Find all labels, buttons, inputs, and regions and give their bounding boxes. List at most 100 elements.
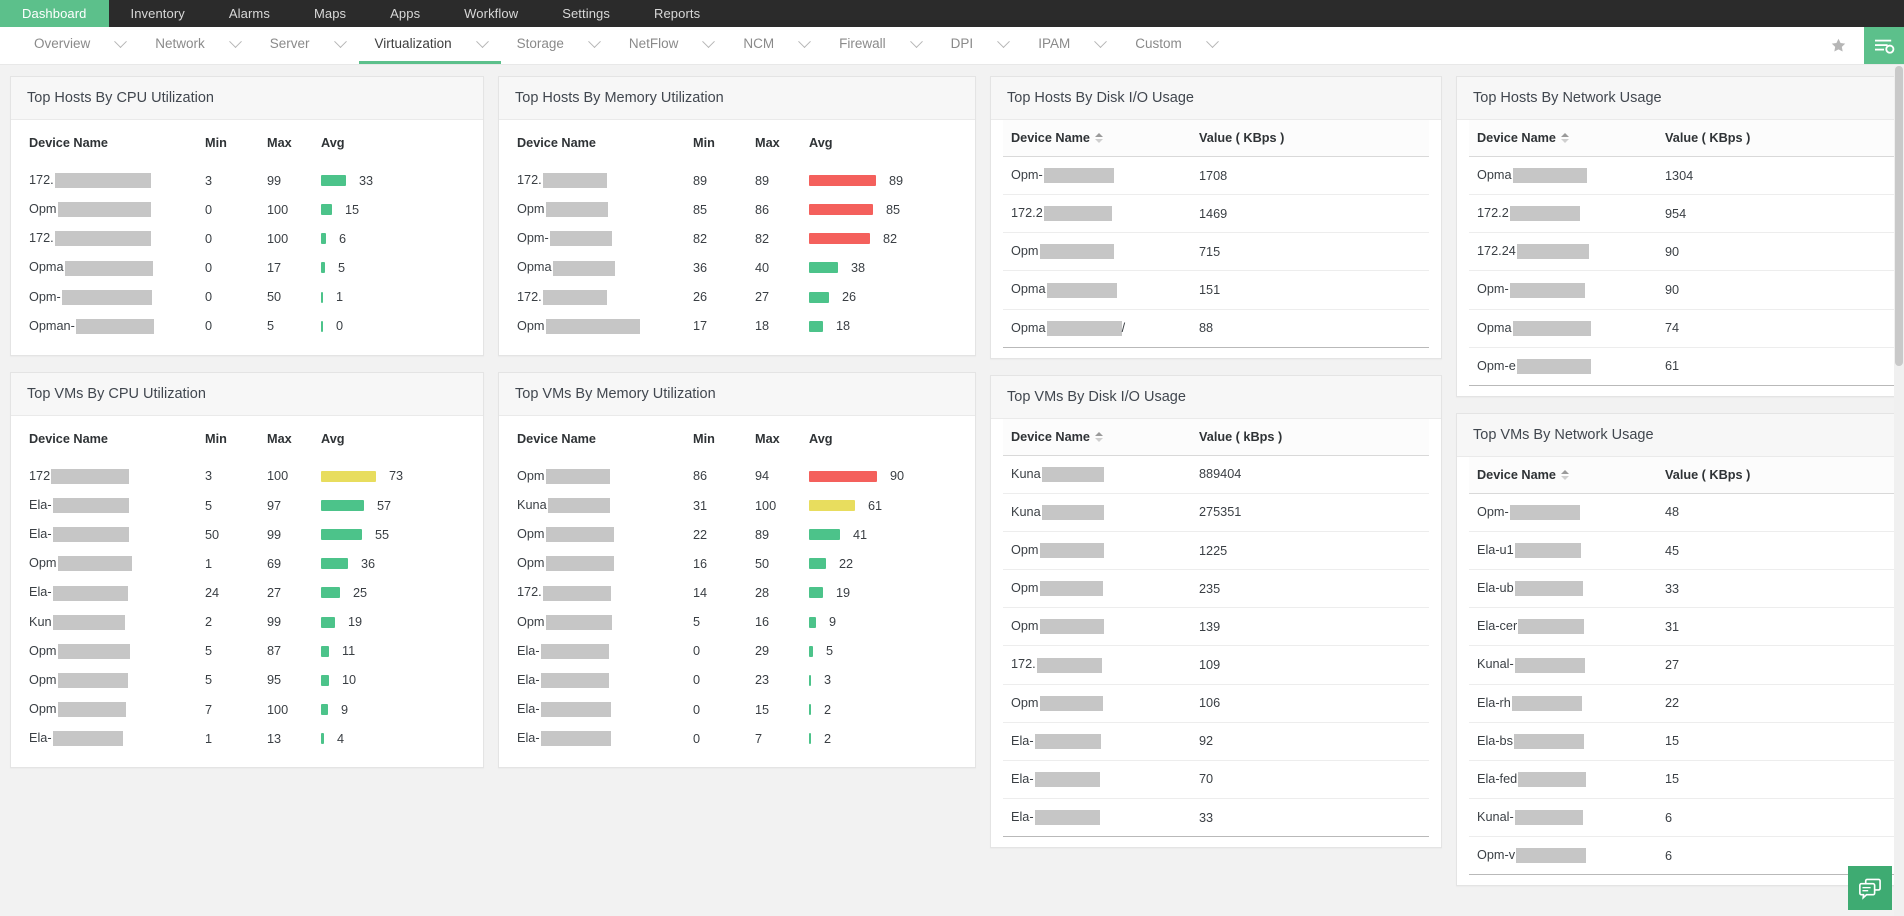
table-row[interactable]: Ela- 92 — [1003, 722, 1429, 761]
scrollbar-thumb[interactable] — [1895, 66, 1903, 366]
table-row[interactable]: Opm- 90 — [1469, 270, 1901, 310]
table-row[interactable]: Ela-u1 45 — [1469, 531, 1901, 571]
table-row[interactable]: Ela-bs 15 — [1469, 722, 1901, 761]
chevron-down-icon[interactable] — [333, 34, 347, 48]
chevron-down-icon[interactable] — [114, 34, 128, 48]
table-row[interactable]: Ela- 5 97 57 — [29, 491, 473, 520]
topnav-item-workflow[interactable]: Workflow — [442, 0, 540, 27]
chevron-down-icon[interactable] — [1205, 34, 1219, 48]
table-row[interactable]: Opm 715 — [1003, 232, 1429, 272]
subnav-item-overview[interactable]: Overview — [18, 27, 139, 64]
table-row[interactable]: Opm 17 18 18 — [517, 312, 965, 341]
table-row[interactable]: Ela-ub 33 — [1469, 569, 1901, 609]
topnav-item-maps[interactable]: Maps — [292, 0, 368, 27]
chevron-down-icon[interactable] — [228, 34, 242, 48]
table-row[interactable]: Opma 0 17 5 — [29, 253, 473, 282]
table-row[interactable]: Kun 2 99 19 — [29, 608, 473, 637]
table-row[interactable]: Opm 1225 — [1003, 531, 1429, 571]
table-row[interactable]: Opm 235 — [1003, 569, 1429, 609]
table-row[interactable]: Ela- 0 7 2 — [517, 724, 965, 753]
topnav-item-settings[interactable]: Settings — [540, 0, 632, 27]
table-row[interactable]: Opm 5 16 9 — [517, 608, 965, 637]
table-row[interactable]: Opm 85 86 85 — [517, 195, 965, 224]
table-row[interactable]: 172. 3 99 33 — [29, 166, 473, 195]
topnav-item-inventory[interactable]: Inventory — [109, 0, 207, 27]
table-row[interactable]: Ela-cer 31 — [1469, 607, 1901, 647]
table-row[interactable]: 172. 0 100 6 — [29, 224, 473, 253]
table-row[interactable]: 172. 109 — [1003, 645, 1429, 685]
subnav-item-ncm[interactable]: NCM — [727, 27, 823, 64]
table-row[interactable]: Kuna 889404 — [1003, 455, 1429, 494]
dashboard-menu-button[interactable] — [1864, 27, 1904, 64]
table-row[interactable]: Ela- 33 — [1003, 798, 1429, 838]
table-row[interactable]: 172. 89 89 89 — [517, 166, 965, 195]
table-row[interactable]: Ela- 1 13 4 — [29, 724, 473, 753]
sort-arrows-icon[interactable] — [1095, 431, 1104, 443]
table-row[interactable]: Kunal- 6 — [1469, 798, 1901, 838]
table-row[interactable]: Kuna 275351 — [1003, 493, 1429, 532]
table-row[interactable]: 172. 14 28 19 — [517, 578, 965, 607]
sort-arrows-icon[interactable] — [1095, 132, 1104, 144]
table-row[interactable]: Opma 74 — [1469, 309, 1901, 348]
topnav-item-apps[interactable]: Apps — [368, 0, 442, 27]
column-header-device-name[interactable]: Device Name — [1469, 120, 1657, 157]
chevron-down-icon[interactable] — [1094, 34, 1108, 48]
table-row[interactable]: Kunal- 27 — [1469, 645, 1901, 685]
subnav-item-virtualization[interactable]: Virtualization — [358, 27, 501, 64]
table-row[interactable]: Kuna 31 100 61 — [517, 491, 965, 520]
table-row[interactable]: Ela-rh 22 — [1469, 684, 1901, 723]
table-row[interactable]: Opman- 0 5 0 — [29, 312, 473, 341]
column-header-device-name[interactable]: Device Name — [1003, 120, 1191, 157]
table-row[interactable]: Opm 16 50 22 — [517, 549, 965, 578]
subnav-item-storage[interactable]: Storage — [501, 27, 613, 64]
favorite-star-button[interactable] — [1812, 27, 1864, 64]
table-row[interactable]: 172 3 100 73 — [29, 462, 473, 491]
table-row[interactable]: Ela- 0 29 5 — [517, 637, 965, 666]
table-row[interactable]: Opm 1 69 36 — [29, 549, 473, 578]
topnav-item-reports[interactable]: Reports — [632, 0, 722, 27]
column-header-value[interactable]: Value ( KBps ) — [1191, 120, 1429, 157]
table-row[interactable]: Ela- 0 15 2 — [517, 695, 965, 724]
table-row[interactable]: Opm 22 89 41 — [517, 520, 965, 549]
chat-support-button[interactable] — [1848, 866, 1892, 910]
topnav-item-alarms[interactable]: Alarms — [207, 0, 292, 27]
column-header-device-name[interactable]: Device Name — [1469, 456, 1657, 494]
table-row[interactable]: Opm 86 94 90 — [517, 462, 965, 491]
sort-arrows-icon[interactable] — [1561, 469, 1570, 481]
column-header-value[interactable]: Value ( KBps ) — [1657, 456, 1901, 494]
table-row[interactable]: Opm 139 — [1003, 607, 1429, 647]
chevron-down-icon[interactable] — [997, 34, 1011, 48]
page-scrollbar[interactable] — [1894, 66, 1904, 916]
table-row[interactable]: Opm-v 6 — [1469, 836, 1901, 876]
chevron-down-icon[interactable] — [475, 34, 489, 48]
table-row[interactable]: Opm 5 87 11 — [29, 637, 473, 666]
table-row[interactable]: Opm-e 61 — [1469, 347, 1901, 386]
subnav-item-server[interactable]: Server — [254, 27, 359, 64]
table-row[interactable]: Opm- 82 82 82 — [517, 224, 965, 253]
table-row[interactable]: 172.2 1469 — [1003, 194, 1429, 234]
table-row[interactable]: Opm- 48 — [1469, 493, 1901, 532]
table-row[interactable]: Opm 5 95 10 — [29, 666, 473, 695]
table-row[interactable]: Ela- 50 99 55 — [29, 520, 473, 549]
column-header-value[interactable]: Value ( kBps ) — [1191, 418, 1429, 456]
table-row[interactable]: 172.2 954 — [1469, 194, 1901, 234]
table-row[interactable]: Opma 151 — [1003, 270, 1429, 310]
table-row[interactable]: Ela- 70 — [1003, 760, 1429, 799]
table-row[interactable]: 172.24 90 — [1469, 232, 1901, 272]
table-row[interactable]: 172. 26 27 26 — [517, 283, 965, 312]
table-row[interactable]: Opma / 88 — [1003, 309, 1429, 348]
column-header-device-name[interactable]: Device Name — [1003, 418, 1191, 456]
table-row[interactable]: Opm 7 100 9 — [29, 695, 473, 724]
subnav-item-dpi[interactable]: DPI — [935, 27, 1023, 64]
table-row[interactable]: Ela- 0 23 3 — [517, 666, 965, 695]
subnav-item-netflow[interactable]: NetFlow — [613, 27, 728, 64]
chevron-down-icon[interactable] — [588, 34, 601, 48]
table-row[interactable]: Opm 106 — [1003, 684, 1429, 723]
table-row[interactable]: Ela- 24 27 25 — [29, 578, 473, 607]
table-row[interactable]: Opma 36 40 38 — [517, 253, 965, 282]
table-row[interactable]: Opma 1304 — [1469, 156, 1901, 196]
subnav-item-network[interactable]: Network — [139, 27, 254, 64]
chevron-down-icon[interactable] — [909, 34, 923, 48]
subnav-item-firewall[interactable]: Firewall — [823, 27, 935, 64]
column-header-value[interactable]: Value ( KBps ) — [1657, 120, 1901, 157]
